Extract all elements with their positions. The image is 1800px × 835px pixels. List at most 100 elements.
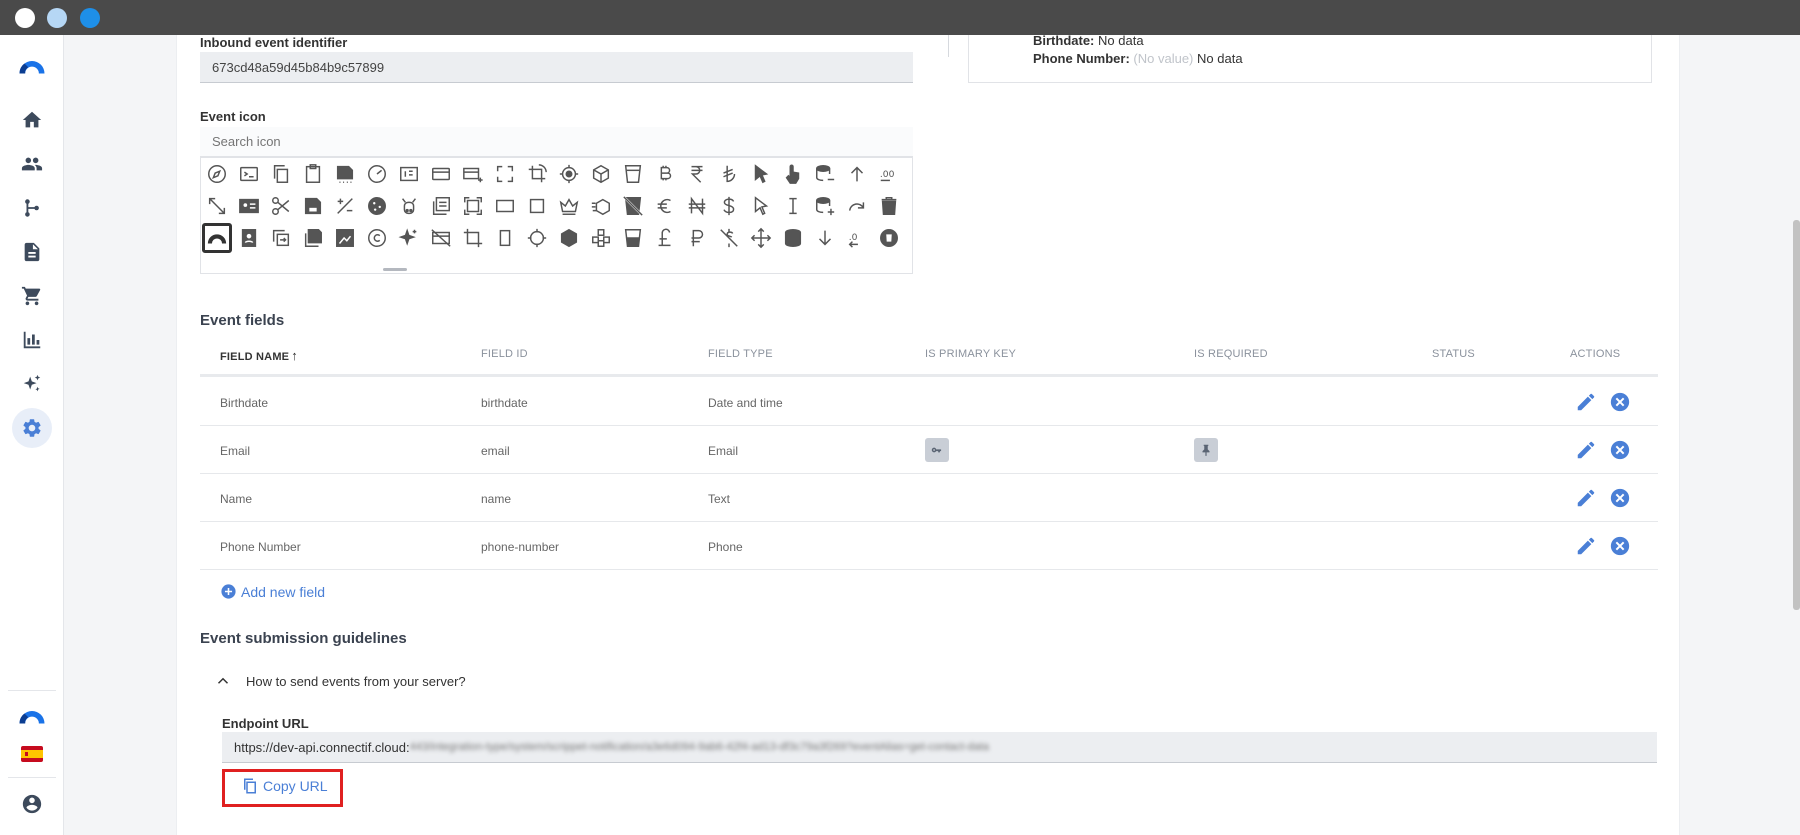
add-new-field-button[interactable]: Add new field [220, 583, 325, 600]
dollar-icon[interactable] [714, 191, 744, 221]
window-maximize-dot[interactable] [80, 8, 100, 28]
accordion-header[interactable]: How to send events from your server? [214, 672, 466, 690]
rupee-icon[interactable] [682, 159, 712, 189]
delete-cancel-icon[interactable] [1609, 487, 1631, 509]
icon-search-input[interactable] [200, 127, 913, 157]
account-icon[interactable] [12, 784, 52, 824]
svg-text:.00: .00 [880, 169, 895, 180]
copyright-icon[interactable] [362, 223, 392, 253]
cube-icon[interactable] [586, 159, 616, 189]
decimal-decrease-icon[interactable]: .0 [842, 223, 872, 253]
naira-icon[interactable] [682, 191, 712, 221]
sparkles-icon[interactable] [394, 223, 424, 253]
inbound-identifier-field[interactable]: 673cd48a59d45b84b9c57899 [200, 52, 913, 83]
ruble-icon[interactable] [682, 223, 712, 253]
card-add-icon[interactable] [458, 159, 488, 189]
cow-icon[interactable] [394, 191, 424, 221]
reports-icon[interactable] [12, 320, 52, 360]
pointer-icon[interactable] [746, 159, 776, 189]
select-frame-icon[interactable] [458, 191, 488, 221]
contact-page-icon[interactable] [234, 223, 264, 253]
logo-icon[interactable] [12, 46, 52, 86]
crop-rotate-icon[interactable] [522, 159, 552, 189]
portrait-rect-icon[interactable] [490, 223, 520, 253]
database-icon[interactable] [778, 223, 808, 253]
library-icon[interactable] [426, 191, 456, 221]
compass-icon[interactable] [202, 159, 232, 189]
window-minimize-dot[interactable] [47, 8, 67, 28]
save-all-icon[interactable] [298, 223, 328, 253]
cup-icon[interactable] [618, 159, 648, 189]
home-icon[interactable] [12, 100, 52, 140]
plus-minus-icon[interactable] [330, 191, 360, 221]
scissors-icon[interactable] [266, 191, 296, 221]
database-remove-icon[interactable] [810, 159, 840, 189]
primary-key-icon [925, 438, 949, 462]
euro-icon[interactable] [650, 191, 680, 221]
money-off-icon[interactable] [714, 223, 744, 253]
move-icon[interactable] [746, 223, 776, 253]
text-cursor-icon[interactable] [778, 191, 808, 221]
logo-icon[interactable] [12, 696, 52, 736]
trash-circle-icon[interactable] [874, 223, 904, 253]
settings-icon[interactable] [12, 408, 52, 448]
crown-icon[interactable] [554, 191, 584, 221]
cube-solid-icon[interactable] [554, 223, 584, 253]
page-scrollbar[interactable] [1793, 220, 1800, 610]
pound-icon[interactable] [650, 223, 680, 253]
edit-pencil-icon[interactable] [1575, 487, 1597, 509]
cup-off-icon[interactable] [618, 191, 648, 221]
arrow-down-icon[interactable] [810, 223, 840, 253]
floppy-icon[interactable] [298, 191, 328, 221]
window-close-dot[interactable] [15, 8, 35, 28]
arrow-up-icon[interactable] [842, 159, 872, 189]
resize-handle[interactable] [383, 268, 407, 271]
cube-send-icon[interactable] [586, 191, 616, 221]
gps-icon[interactable] [554, 159, 584, 189]
selected-logo-icon[interactable] [202, 223, 232, 253]
image-frame-icon[interactable] [330, 223, 360, 253]
square-icon[interactable] [522, 191, 552, 221]
terminal-icon[interactable] [234, 159, 264, 189]
calculator-icon[interactable] [394, 159, 424, 189]
workflows-icon[interactable] [12, 188, 52, 228]
cup-fill-icon[interactable] [618, 223, 648, 253]
endpoint-url-field[interactable]: https://dev-api.connectif.cloud: 443/int… [222, 732, 1657, 763]
spain-flag-icon[interactable] [12, 734, 52, 774]
ai-sparkles-icon[interactable] [12, 364, 52, 404]
card-icon[interactable] [426, 159, 456, 189]
lira-icon[interactable] [714, 159, 744, 189]
hand-pointer-icon[interactable] [778, 159, 808, 189]
crop-icon[interactable] [458, 223, 488, 253]
delete-cancel-icon[interactable] [1609, 391, 1631, 413]
database-add-icon[interactable] [810, 191, 840, 221]
trash-icon[interactable] [874, 191, 904, 221]
flip-copy-icon[interactable] [266, 223, 296, 253]
bitcoin-icon[interactable] [650, 159, 680, 189]
copy-icon[interactable] [266, 159, 296, 189]
copy-url-button[interactable]: Copy URL [241, 777, 328, 795]
clipboard-icon[interactable] [298, 159, 328, 189]
contacts-icon[interactable] [12, 144, 52, 184]
card-off-icon[interactable] [426, 223, 456, 253]
edit-pencil-icon[interactable] [1575, 439, 1597, 461]
speed-icon[interactable] [362, 159, 392, 189]
delete-cancel-icon[interactable] [1609, 535, 1631, 557]
edit-pencil-icon[interactable] [1575, 535, 1597, 557]
crosshair-icon[interactable] [522, 223, 552, 253]
contact-card-icon[interactable] [234, 191, 264, 221]
rectangle-icon[interactable] [490, 191, 520, 221]
redo-icon[interactable] [842, 191, 872, 221]
fullscreen-icon[interactable] [490, 159, 520, 189]
cursor-outline-icon[interactable] [746, 191, 776, 221]
content-icon[interactable] [12, 232, 52, 272]
col-field-name[interactable]: FIELD NAME ↑ [220, 348, 298, 363]
cubes-icon[interactable] [586, 223, 616, 253]
resize-icon[interactable] [202, 191, 232, 221]
delete-cancel-icon[interactable] [1609, 439, 1631, 461]
cart-icon[interactable] [12, 276, 52, 316]
cookie-icon[interactable] [362, 191, 392, 221]
save-dots-icon[interactable] [330, 159, 360, 189]
edit-pencil-icon[interactable] [1575, 391, 1597, 413]
decimal-increase-icon[interactable]: .00 [874, 159, 904, 189]
